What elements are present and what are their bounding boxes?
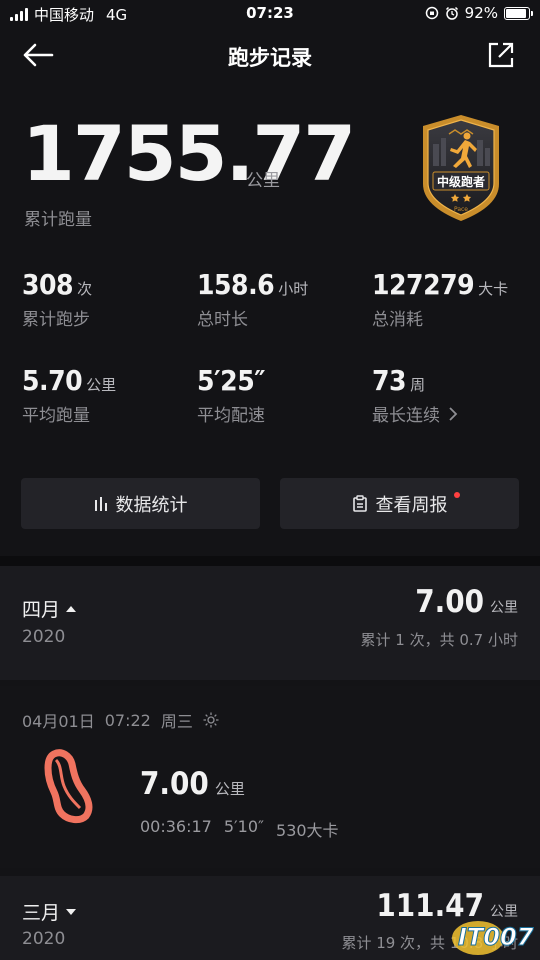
total-distance: 1755.77 <box>22 109 356 198</box>
weekly-report-label: 查看周报 <box>375 494 448 516</box>
run-duration: 00:36:17 <box>140 817 212 836</box>
total-distance-unit: 公里 <box>246 171 280 191</box>
stat-value: 5.70 <box>22 364 83 397</box>
status-bar: 中国移动 4G 07:23 92% <box>0 0 540 28</box>
triangle-up-icon <box>66 605 77 612</box>
stat-longest-streak[interactable]: 73 周 最长连续 <box>372 364 458 426</box>
chevron-right-icon <box>449 406 458 421</box>
month-title: 三月 <box>22 902 61 924</box>
badge-title: 中级跑者 <box>437 174 485 189</box>
triangle-down-icon <box>66 908 77 915</box>
stat-value: 308 <box>22 268 74 301</box>
bar-chart-icon <box>94 496 107 511</box>
battery-percent: 92% <box>464 4 498 22</box>
sun-icon <box>203 712 219 728</box>
stat-avg-pace: 5′25″ 平均配速 <box>197 364 269 426</box>
month-distance: 7.00 <box>415 584 484 620</box>
stat-value: 73 <box>372 364 407 397</box>
stat-label: 平均配速 <box>197 406 265 426</box>
stat-unit: 次 <box>77 280 93 298</box>
run-date: 04月01日 <box>22 712 95 731</box>
battery-icon <box>504 6 533 20</box>
total-distance-label: 累计跑量 <box>24 210 92 230</box>
clipboard-icon <box>352 495 367 512</box>
run-pace: 5′10″ <box>223 817 265 836</box>
stat-unit: 周 <box>410 376 426 394</box>
stat-avg-distance: 5.70 公里 平均跑量 <box>22 364 116 426</box>
run-distance-unit: 公里 <box>214 780 245 798</box>
stat-label: 最长连续 <box>372 406 440 426</box>
notification-dot <box>454 492 460 498</box>
run-time: 07:22 <box>104 710 151 730</box>
data-stats-label: 数据统计 <box>115 494 188 516</box>
month-title: 四月 <box>22 599 61 621</box>
stat-unit: 小时 <box>278 280 309 298</box>
stat-unit: 公里 <box>86 376 117 394</box>
page-title: 跑步记录 <box>228 46 312 70</box>
data-stats-button[interactable]: 数据统计 <box>21 478 260 529</box>
stat-total-duration: 158.6 小时 总时长 <box>197 268 308 330</box>
stat-label: 总时长 <box>197 310 248 330</box>
stat-label: 总消耗 <box>372 310 423 330</box>
stat-value: 127279 <box>372 268 475 301</box>
stat-label: 平均跑量 <box>22 406 90 426</box>
month-distance-unit: 公里 <box>490 600 518 616</box>
stat-value: 5′25″ <box>197 364 265 397</box>
watermark-text: IT007 <box>458 923 534 951</box>
stat-total-runs: 308 次 累计跑步 <box>22 268 92 330</box>
run-weekday: 周三 <box>160 712 193 731</box>
alarm-icon <box>445 6 458 20</box>
stat-value: 158.6 <box>197 268 275 301</box>
run-distance: 7.00 <box>140 766 209 802</box>
run-calories: 530大卡 <box>276 821 339 840</box>
month-year: 2020 <box>22 929 66 949</box>
weekly-report-button[interactable]: 查看周报 <box>280 478 519 529</box>
stat-total-calories: 127279 大卡 总消耗 <box>372 268 508 330</box>
runner-level-badge[interactable]: 中级跑者 Pace <box>419 112 503 224</box>
nav-bar: 跑步记录 <box>0 28 540 84</box>
route-thumbnail <box>44 749 93 824</box>
month-year: 2020 <box>22 627 66 647</box>
stat-unit: 大卡 <box>478 280 509 298</box>
section-divider <box>0 556 540 566</box>
stat-label: 累计跑步 <box>22 310 90 330</box>
month-card-april[interactable]: 四月 2020 7.00 公里 累计 1 次，共 0.7 小时 <box>0 566 540 680</box>
share-icon[interactable] <box>486 40 516 70</box>
badge-brand: Pace <box>454 206 468 213</box>
rotation-lock-icon <box>425 6 438 20</box>
site-watermark-logo: IT007 <box>452 921 534 955</box>
month-summary: 累计 1 次，共 0.7 小时 <box>360 631 518 649</box>
